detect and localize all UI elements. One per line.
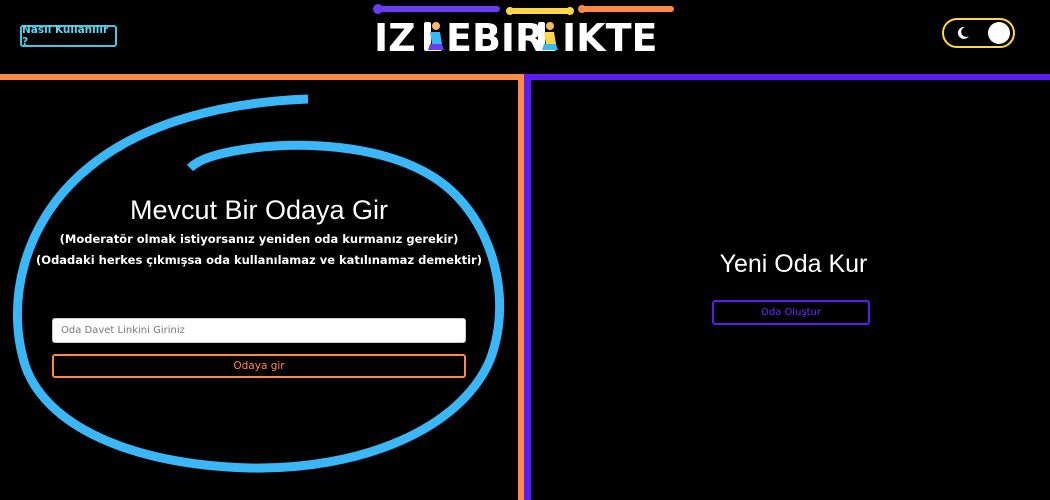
create-room-button[interactable]: Oda Oluştur [712, 300, 870, 325]
join-room-title: Mevcut Bir Odaya Gir [129, 195, 389, 225]
empty-room-note: (Odadaki herkes çıkmışsa oda kullanılama… [36, 253, 482, 267]
panel-divider-purple [524, 80, 531, 500]
join-room-button[interactable]: Odaya gir [52, 354, 466, 378]
logo: IZ EBIR IKTE [370, 2, 680, 64]
create-room-title: Yeni Oda Kur [719, 250, 868, 278]
moderator-note: (Moderatör olmak istiyorsanız yeniden od… [59, 232, 459, 246]
swirl-decoration [12, 94, 505, 473]
create-room-panel: Yeni Oda Kur Oda Oluştur [531, 80, 1050, 500]
svg-text:IKTE: IKTE [562, 16, 657, 60]
how-to-use-button[interactable]: Nasıl Kullanılır ? [20, 24, 117, 48]
toggle-knob [988, 22, 1010, 44]
header: Nasıl Kullanılır ? IZ EBIR IKTE [0, 0, 1050, 74]
moon-icon [957, 26, 969, 39]
svg-text:EBIR: EBIR [446, 16, 544, 60]
logo-graphic: IZ EBIR IKTE [373, 4, 674, 60]
theme-toggle[interactable] [942, 18, 1015, 48]
invite-link-input[interactable] [52, 318, 466, 343]
svg-text:IZ: IZ [374, 16, 416, 60]
join-room-panel: Mevcut Bir Odaya Gir (Moderatör olmak is… [0, 80, 518, 500]
